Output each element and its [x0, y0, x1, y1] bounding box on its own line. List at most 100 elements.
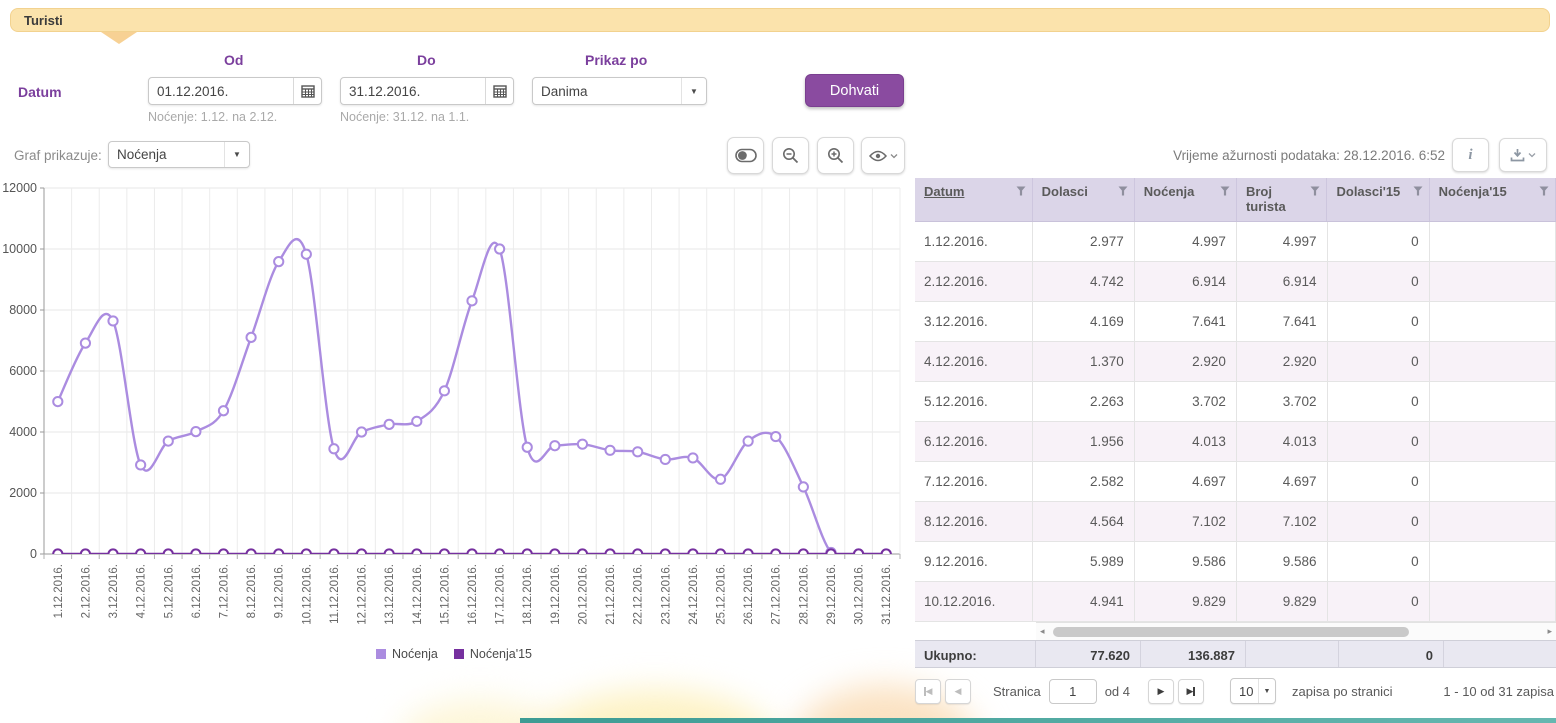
tab-title: Turisti: [11, 13, 63, 28]
zoom-in-button[interactable]: [817, 137, 854, 174]
scroll-left-icon[interactable]: ◂: [1040, 626, 1045, 637]
column-header-1[interactable]: Dolasci: [1033, 178, 1135, 221]
svg-text:11.12.2016.: 11.12.2016.: [329, 564, 341, 624]
svg-text:0: 0: [30, 547, 37, 561]
legend-swatch: [376, 649, 386, 659]
filter-icon[interactable]: [1539, 186, 1549, 196]
table-row[interactable]: 7.12.2016.2.5824.6974.6970: [915, 462, 1556, 502]
prikaz-po-select[interactable]: Danima ▼: [532, 77, 707, 105]
first-page-button[interactable]: ◀: [915, 679, 941, 704]
column-header-5[interactable]: Noćenja'15: [1430, 178, 1556, 221]
info-icon: i: [1468, 147, 1472, 164]
graf-prikazuje-select[interactable]: Noćenja ▼: [108, 141, 250, 168]
table-row[interactable]: 2.12.2016.4.7426.9146.9140: [915, 262, 1556, 302]
filter-icon[interactable]: [1310, 186, 1320, 196]
date-to-input[interactable]: 31.12.2016.: [340, 77, 514, 105]
page-size-select[interactable]: 10 ▼: [1230, 678, 1276, 704]
zoom-out-button[interactable]: [772, 137, 809, 174]
svg-text:15.12.2016.: 15.12.2016.: [439, 564, 451, 625]
calendar-icon[interactable]: [485, 78, 513, 104]
table-row[interactable]: 10.12.2016.4.9419.8299.8290: [915, 582, 1556, 622]
export-button[interactable]: [1499, 138, 1547, 172]
line-chart: 0200040006000800010000120001.12.2016.2.1…: [0, 183, 908, 645]
filter-icon[interactable]: [1118, 186, 1128, 196]
totals-label: Ukupno:: [915, 641, 1036, 667]
table-row[interactable]: 3.12.2016.4.1697.6417.6410: [915, 302, 1556, 342]
table-cell: [1430, 342, 1556, 381]
svg-text:20.12.2016.: 20.12.2016.: [577, 564, 589, 625]
table-row[interactable]: 6.12.2016.1.9564.0134.0130: [915, 422, 1556, 462]
column-header-label[interactable]: Noćenja'15: [1439, 184, 1507, 221]
column-header-label[interactable]: Broj turista: [1246, 184, 1311, 221]
svg-text:25.12.2016.: 25.12.2016.: [716, 564, 728, 625]
column-header-3[interactable]: Broj turista: [1237, 178, 1328, 221]
svg-text:31.12.2016.: 31.12.2016.: [881, 564, 893, 625]
stranica-label: Stranica: [993, 684, 1041, 699]
tab-turisti[interactable]: Turisti: [10, 8, 1550, 32]
next-page-button[interactable]: ▶: [1148, 679, 1174, 704]
column-header-0[interactable]: Datum: [915, 178, 1033, 221]
svg-text:24.12.2016.: 24.12.2016.: [688, 564, 700, 625]
legend-item[interactable]: Noćenja'15: [454, 647, 532, 661]
zoom-out-icon: [782, 147, 799, 164]
legend-label: Noćenja'15: [470, 647, 532, 661]
column-header-2[interactable]: Noćenja: [1135, 178, 1237, 221]
svg-text:28.12.2016.: 28.12.2016.: [798, 564, 810, 625]
svg-text:17.12.2016.: 17.12.2016.: [495, 564, 507, 625]
svg-text:16.12.2016.: 16.12.2016.: [467, 564, 479, 625]
column-header-label[interactable]: Dolasci'15: [1336, 184, 1400, 221]
chart-toggle-button[interactable]: [727, 137, 764, 174]
table-cell: 1.370: [1033, 342, 1135, 381]
table-row[interactable]: 5.12.2016.2.2633.7023.7020: [915, 382, 1556, 422]
svg-text:10.12.2016.: 10.12.2016.: [301, 564, 313, 625]
grid-horizontal-scrollbar[interactable]: ◂ ▸: [1036, 622, 1556, 640]
dohvati-button[interactable]: Dohvati: [805, 74, 904, 107]
table-cell: 6.914: [1135, 262, 1237, 301]
column-header-label[interactable]: Dolasci: [1042, 184, 1088, 221]
table-row[interactable]: 9.12.2016.5.9899.5869.5860: [915, 542, 1556, 582]
visibility-menu-button[interactable]: [861, 137, 905, 174]
table-cell: 4.742: [1033, 262, 1135, 301]
calendar-icon[interactable]: [293, 78, 321, 104]
svg-text:12.12.2016.: 12.12.2016.: [357, 564, 369, 625]
date-from-value[interactable]: 01.12.2016.: [149, 78, 293, 104]
table-cell: 0: [1328, 542, 1430, 581]
table-row[interactable]: 1.12.2016.2.9774.9974.9970: [915, 222, 1556, 262]
table-cell: 9.829: [1135, 582, 1237, 621]
last-page-icon: ▶: [1187, 687, 1194, 696]
graf-prikazuje-label: Graf prikazuje:: [14, 148, 102, 163]
column-header-label[interactable]: Noćenja: [1144, 184, 1195, 221]
column-header-4[interactable]: Dolasci'15: [1327, 178, 1429, 221]
svg-text:27.12.2016.: 27.12.2016.: [771, 564, 783, 625]
chevron-down-icon: ▼: [225, 150, 249, 159]
filter-icon[interactable]: [1220, 186, 1230, 196]
table-cell: 8.12.2016.: [915, 502, 1033, 541]
table-cell: 7.641: [1135, 302, 1237, 341]
scrollbar-thumb[interactable]: [1053, 627, 1409, 637]
do-label: Do: [417, 52, 436, 68]
page-number-input[interactable]: [1049, 679, 1097, 704]
table-row[interactable]: 4.12.2016.1.3702.9202.9200: [915, 342, 1556, 382]
date-from-input[interactable]: 01.12.2016.: [148, 77, 322, 105]
grid-body: 1.12.2016.2.9774.9974.99702.12.2016.4.74…: [915, 222, 1556, 622]
legend-item[interactable]: Noćenja: [376, 647, 438, 661]
table-cell: [1430, 382, 1556, 421]
chevron-down-icon: ▼: [682, 87, 706, 96]
prev-page-button[interactable]: ◀: [945, 679, 971, 704]
filter-icon[interactable]: [1016, 186, 1026, 196]
svg-text:8000: 8000: [9, 303, 37, 317]
date-to-value[interactable]: 31.12.2016.: [341, 78, 485, 104]
info-button[interactable]: i: [1452, 138, 1489, 172]
svg-text:10000: 10000: [2, 242, 37, 256]
table-row[interactable]: 8.12.2016.4.5647.1027.1020: [915, 502, 1556, 542]
last-page-button[interactable]: ▶: [1178, 679, 1204, 704]
column-header-label[interactable]: Datum: [924, 184, 964, 221]
scroll-right-icon[interactable]: ▸: [1547, 626, 1552, 637]
table-cell: 7.12.2016.: [915, 462, 1033, 501]
table-cell: 7.102: [1237, 502, 1328, 541]
decor-teal-strip: [520, 718, 1556, 723]
table-cell: [1430, 502, 1556, 541]
table-cell: 3.702: [1135, 382, 1237, 421]
table-cell: 0: [1328, 302, 1430, 341]
filter-icon[interactable]: [1413, 186, 1423, 196]
